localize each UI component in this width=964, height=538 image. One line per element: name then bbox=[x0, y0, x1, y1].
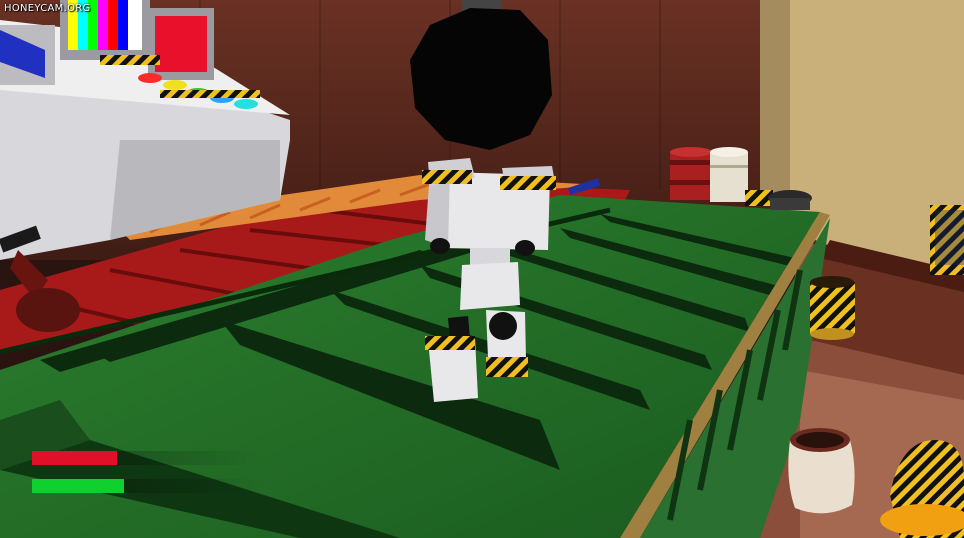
console-red-screen bbox=[155, 16, 207, 72]
health-bar bbox=[32, 451, 262, 465]
stamina-bar-fill bbox=[32, 479, 124, 493]
right-wall-shade bbox=[760, 0, 790, 215]
barrel-cream bbox=[788, 428, 855, 514]
stamina-bar bbox=[32, 479, 262, 493]
health-bar-fill bbox=[32, 451, 117, 465]
barrel-hazard-right bbox=[810, 276, 855, 340]
barrel-white bbox=[710, 147, 748, 202]
crate-hazard bbox=[930, 205, 964, 275]
barrel-red bbox=[670, 147, 712, 200]
watermark-text: HONEYCAM.ORG bbox=[4, 3, 91, 14]
game-viewport[interactable]: HONEYCAM.ORG bbox=[0, 0, 964, 538]
